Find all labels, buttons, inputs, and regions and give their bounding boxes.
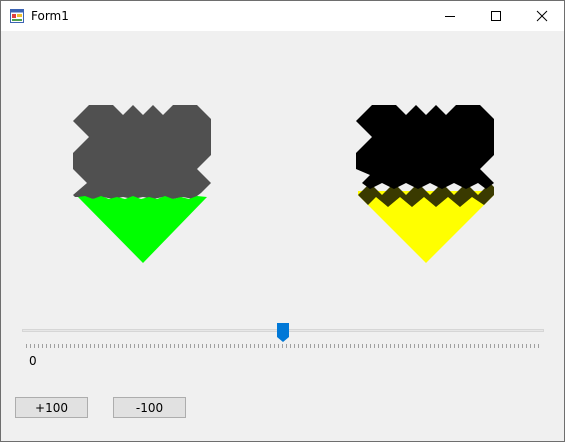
left-shape-top xyxy=(73,105,211,199)
trackbar-ticks xyxy=(26,344,540,348)
trackbar-thumb[interactable] xyxy=(277,323,289,343)
form1-window: Form1 0 +100 -100 xyxy=(0,0,565,442)
close-icon xyxy=(536,10,548,22)
left-shape-level-fill xyxy=(78,196,207,263)
right-gauge-shape xyxy=(356,105,494,263)
left-gauge-shape xyxy=(73,105,211,263)
close-button[interactable] xyxy=(519,1,565,31)
trackbar-value-label: 0 xyxy=(29,354,37,368)
app-icon xyxy=(10,9,24,23)
maximize-icon xyxy=(491,11,501,21)
minimize-icon xyxy=(445,16,455,17)
minus-100-button[interactable]: -100 xyxy=(113,397,186,418)
maximize-button[interactable] xyxy=(473,1,519,31)
minimize-button[interactable] xyxy=(427,1,473,31)
right-shape-fill xyxy=(358,191,494,263)
plus-100-button[interactable]: +100 xyxy=(15,397,88,418)
title-bar[interactable]: Form1 xyxy=(1,1,564,31)
right-shape-top xyxy=(356,105,494,189)
window-title: Form1 xyxy=(31,9,69,23)
